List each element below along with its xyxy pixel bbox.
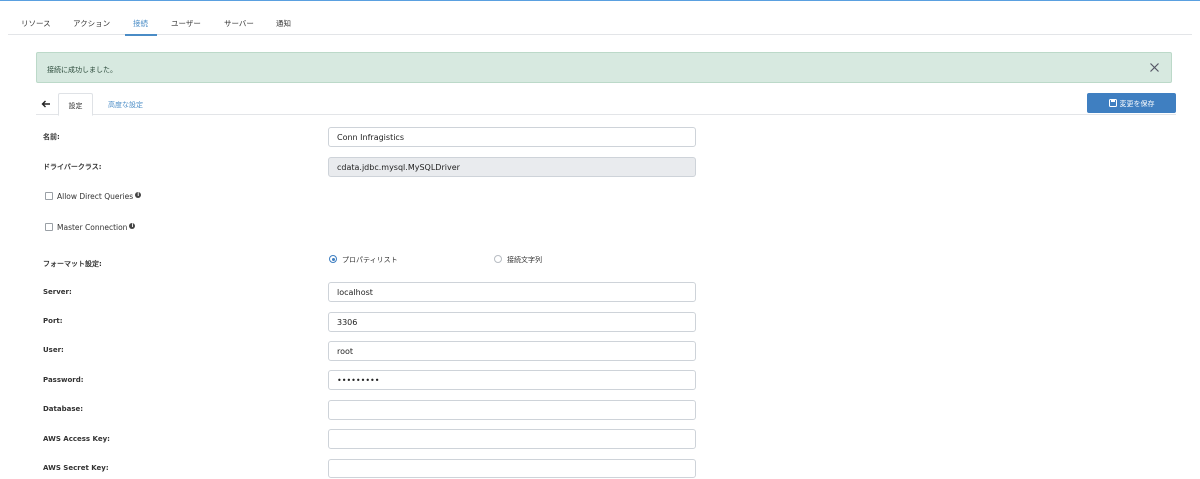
aws-access-key-label: AWS Access Key: — [43, 435, 110, 443]
allow-direct-queries-row[interactable]: Allow Direct Queries i — [45, 192, 142, 201]
info-icon[interactable]: i — [129, 223, 136, 229]
database-label: Database: — [43, 405, 84, 413]
top-nav-bar: リソース アクション 接続 ユーザー サーバー 通知 — [8, 1, 1192, 36]
tab-connections[interactable]: 接続 — [133, 18, 148, 29]
database-field[interactable] — [328, 400, 696, 420]
port-label: Port: — [43, 317, 63, 325]
master-connection-row[interactable]: Master Connection i — [45, 223, 136, 232]
info-icon[interactable]: i — [135, 192, 142, 198]
name-field[interactable]: Conn Infragistics — [328, 127, 696, 147]
radio-selected[interactable] — [329, 255, 337, 263]
tab-users[interactable]: ユーザー — [171, 18, 201, 29]
tab-actions[interactable]: アクション — [73, 18, 110, 29]
port-field[interactable]: 3306 — [328, 312, 696, 332]
master-connection-checkbox[interactable] — [45, 223, 53, 231]
success-alert: 接続に成功しました。 — [36, 52, 1172, 83]
radio-unselected[interactable] — [494, 255, 502, 263]
tab-settings[interactable]: 設定 — [58, 93, 93, 116]
close-icon[interactable] — [1148, 61, 1161, 74]
allow-direct-queries-checkbox[interactable] — [45, 192, 53, 200]
password-field[interactable]: ••••••••• — [328, 370, 696, 390]
active-tab-indicator — [125, 34, 157, 36]
save-icon — [1108, 99, 1117, 109]
server-field[interactable]: localhost — [328, 282, 696, 302]
tab-resources[interactable]: リソース — [21, 18, 51, 29]
connection-subtabs: 設定 高度な設定 — [36, 93, 1176, 116]
format-option-connection-string[interactable]: 接続文字列 — [494, 255, 542, 265]
driver-class-field: cdata.jdbc.mysql.MySQLDriver — [328, 157, 696, 177]
name-label: 名前: — [43, 133, 60, 141]
format-option-property-list[interactable]: プロパティリスト — [329, 255, 398, 265]
format-option-label: プロパティリスト — [342, 256, 398, 264]
format-label: フォーマット設定: — [43, 260, 102, 268]
save-changes-button[interactable]: 変更を保存 — [1087, 93, 1176, 113]
alert-message: 接続に成功しました。 — [47, 66, 117, 74]
driver-class-label: ドライバークラス: — [43, 163, 102, 171]
aws-secret-key-label: AWS Secret Key: — [43, 464, 109, 472]
aws-access-key-field[interactable] — [328, 429, 696, 449]
format-option-label: 接続文字列 — [507, 256, 542, 264]
server-label: Server: — [43, 288, 72, 296]
top-nav: リソース アクション 接続 ユーザー サーバー 通知 — [0, 1, 1200, 36]
tab-advanced-settings[interactable]: 高度な設定 — [108, 93, 143, 115]
tab-notifications[interactable]: 通知 — [276, 18, 291, 29]
user-field[interactable]: root — [328, 341, 696, 361]
arrow-left-icon[interactable] — [40, 98, 52, 110]
user-label: User: — [43, 346, 64, 354]
tab-servers[interactable]: サーバー — [224, 18, 254, 29]
master-connection-label: Master Connection — [57, 223, 128, 232]
allow-direct-queries-label: Allow Direct Queries — [57, 192, 134, 201]
save-button-label: 変更を保存 — [1119, 100, 1155, 108]
aws-secret-key-field[interactable] — [328, 459, 696, 478]
password-label: Password: — [43, 376, 84, 384]
